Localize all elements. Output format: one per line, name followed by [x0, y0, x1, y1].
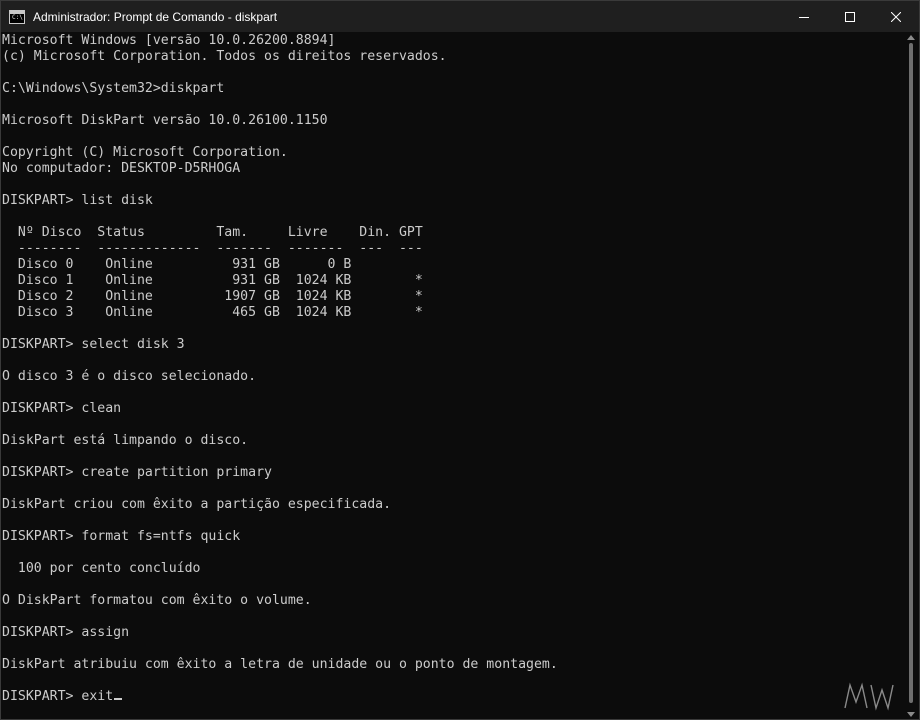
mw-watermark-logo	[844, 682, 894, 711]
console-line: DISKPART> create partition primary	[2, 465, 902, 481]
window-title: Administrador: Prompt de Comando - diskp…	[33, 9, 278, 24]
maximize-icon	[845, 11, 855, 22]
console-line: DiskPart criou com êxito a partição espe…	[2, 497, 902, 513]
console-line: Disco 1 Online 931 GB 1024 KB *	[2, 273, 902, 289]
console-line-text: DiskPart atribuiu com êxito a letra de u…	[2, 657, 558, 672]
cmd-icon-glyph: C:\	[12, 13, 23, 21]
console-line-text: C:\Windows\System32>diskpart	[2, 81, 225, 96]
minimize-icon	[799, 16, 809, 18]
console-line: Disco 2 Online 1907 GB 1024 KB *	[2, 289, 902, 305]
console-line-text: No computador: DESKTOP-D5RHOGA	[2, 161, 241, 176]
console-line-text: DISKPART> exit	[2, 689, 114, 704]
console-line: Microsoft DiskPart versão 10.0.26100.115…	[2, 113, 902, 129]
text-cursor	[114, 698, 123, 700]
console-line: Copyright (C) Microsoft Corporation.	[2, 145, 902, 161]
console-line: O disco 3 é o disco selecionado.	[2, 369, 902, 385]
console-line-text: Microsoft DiskPart versão 10.0.26100.115…	[2, 113, 328, 128]
console-line: Nº Disco Status Tam. Livre Din. GPT	[2, 225, 902, 241]
console-line-text: O DiskPart formatou com êxito o volume.	[2, 593, 312, 608]
console-line: Disco 0 Online 931 GB 0 B	[2, 257, 902, 273]
console-line: -------- ------------- ------- ------- -…	[2, 241, 902, 257]
console-line-text: Disco 3 Online 465 GB 1024 KB *	[2, 305, 423, 320]
console-output[interactable]: Microsoft Windows [versão 10.0.26200.889…	[2, 33, 902, 719]
console-line-text: (c) Microsoft Corporation. Todos os dire…	[2, 49, 447, 64]
title-bar[interactable]: C:\ Administrador: Prompt de Comando - d…	[1, 1, 919, 32]
console-line-text: DISKPART> assign	[2, 625, 130, 640]
console-line: No computador: DESKTOP-D5RHOGA	[2, 161, 902, 177]
maximize-button[interactable]	[827, 1, 873, 32]
console-line-text: DiskPart está limpando o disco.	[2, 433, 249, 448]
console-line-text: DISKPART> list disk	[2, 193, 153, 208]
console-line-text: DISKPART> create partition primary	[2, 465, 272, 480]
console-line-text: 100 por cento concluído	[2, 561, 201, 576]
close-button[interactable]	[873, 1, 919, 32]
console-line-text: Microsoft Windows [versão 10.0.26200.889…	[2, 33, 336, 48]
console-line-text: Nº Disco Status Tam. Livre Din. GPT	[2, 225, 423, 240]
console-line: Microsoft Windows [versão 10.0.26200.889…	[2, 33, 902, 49]
console-line-text: Disco 0 Online 931 GB 0 B	[2, 257, 352, 272]
console-line: DISKPART> clean	[2, 401, 902, 417]
console-line-text: -------- ------------- ------- ------- -…	[2, 241, 423, 256]
console-line: O DiskPart formatou com êxito o volume.	[2, 593, 902, 609]
console-line: C:\Windows\System32>diskpart	[2, 81, 902, 97]
console-line-text: DISKPART> clean	[2, 401, 122, 416]
console-line: DiskPart está limpando o disco.	[2, 433, 902, 449]
console-line: DISKPART> list disk	[2, 193, 902, 209]
console-line-text: Disco 1 Online 931 GB 1024 KB *	[2, 273, 423, 288]
console-line: DISKPART> select disk 3	[2, 337, 902, 353]
console-line-text: Disco 2 Online 1907 GB 1024 KB *	[2, 289, 423, 304]
close-icon	[891, 11, 901, 22]
command-prompt-window: C:\ Administrador: Prompt de Comando - d…	[0, 0, 920, 720]
minimize-button[interactable]	[781, 1, 827, 32]
scrollbar-thumb[interactable]	[909, 43, 913, 703]
console-line: 100 por cento concluído	[2, 561, 902, 577]
scroll-down-arrow-icon[interactable]	[907, 712, 915, 717]
window-controls	[781, 1, 919, 32]
vertical-scrollbar[interactable]	[904, 33, 918, 719]
console-line-text: O disco 3 é o disco selecionado.	[2, 369, 257, 384]
cmd-icon[interactable]: C:\	[9, 9, 25, 24]
console-line-text: DISKPART> select disk 3	[2, 337, 185, 352]
scroll-up-arrow-icon[interactable]	[907, 35, 915, 40]
console-line: (c) Microsoft Corporation. Todos os dire…	[2, 49, 902, 65]
console-line-text: DiskPart criou com êxito a partição espe…	[2, 497, 392, 512]
console-line: DISKPART> assign	[2, 625, 902, 641]
console-line-text: Copyright (C) Microsoft Corporation.	[2, 145, 288, 160]
console-line: DiskPart atribuiu com êxito a letra de u…	[2, 657, 902, 673]
console-line: DISKPART> format fs=ntfs quick	[2, 529, 902, 545]
console-line: DISKPART> exit	[2, 689, 902, 705]
console-line: Disco 3 Online 465 GB 1024 KB *	[2, 305, 902, 321]
console-line-text: DISKPART> format fs=ntfs quick	[2, 529, 241, 544]
